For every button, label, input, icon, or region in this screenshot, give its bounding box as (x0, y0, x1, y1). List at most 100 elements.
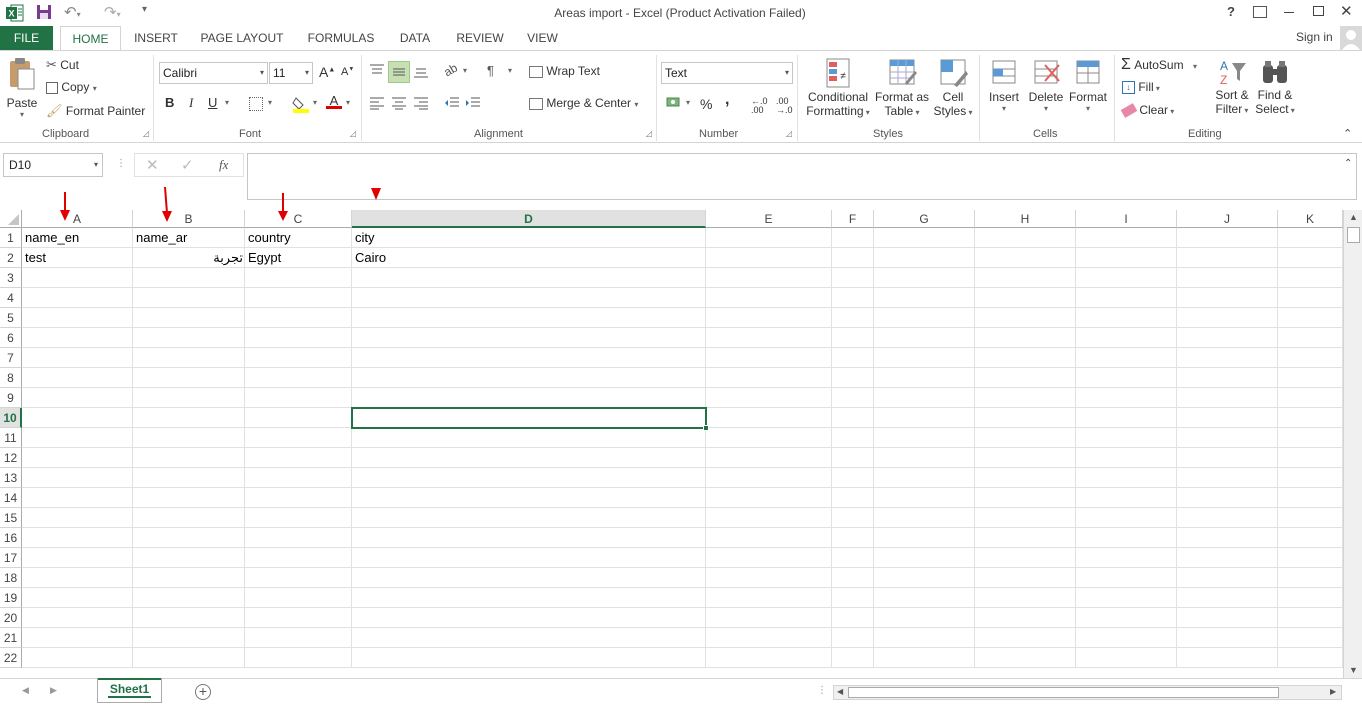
format-cells-button[interactable]: Format ▾ (1067, 57, 1109, 127)
active-cell-selection[interactable] (351, 407, 709, 431)
row-header-20[interactable]: 20 (0, 608, 22, 628)
cancel-entry-icon[interactable]: ✕ (146, 156, 159, 174)
tab-home[interactable]: HOME (60, 26, 121, 51)
add-sheet-button[interactable]: + (195, 684, 211, 700)
save-icon[interactable] (36, 4, 52, 20)
fill-handle[interactable] (703, 425, 709, 431)
increase-decimal-icon[interactable]: ←.0.00 (751, 97, 768, 115)
row-header-13[interactable]: 13 (0, 468, 22, 488)
cell-b2[interactable]: تجربة (133, 248, 245, 268)
row-header-3[interactable]: 3 (0, 268, 22, 288)
clear-button[interactable]: Clear ▾ (1120, 103, 1174, 119)
align-top-icon[interactable] (369, 63, 385, 79)
orientation-icon[interactable]: ab (441, 61, 460, 80)
restore-icon[interactable] (1313, 6, 1324, 16)
sign-in-link[interactable]: Sign in (1296, 30, 1333, 44)
column-header-f[interactable]: F (832, 210, 874, 228)
column-header-d[interactable]: D (352, 210, 706, 228)
row-header-17[interactable]: 17 (0, 548, 22, 568)
confirm-entry-icon[interactable]: ✓ (181, 156, 194, 174)
column-header-a[interactable]: A (22, 210, 133, 228)
find-select-button[interactable]: Find & Select ▾ (1252, 57, 1298, 127)
column-header-b[interactable]: B (133, 210, 245, 228)
paste-button[interactable]: Paste ▾ (4, 57, 40, 125)
formula-bar-splitter-icon[interactable]: ⋮ (116, 158, 126, 169)
row-header-21[interactable]: 21 (0, 628, 22, 648)
italic-button[interactable]: I (189, 95, 193, 111)
tab-review[interactable]: REVIEW (450, 26, 510, 50)
row-header-11[interactable]: 11 (0, 428, 22, 448)
format-as-table-button[interactable]: Format as Table ▾ (873, 57, 931, 127)
row-header-15[interactable]: 15 (0, 508, 22, 528)
shrink-font-button[interactable]: A▼ (341, 66, 354, 78)
insert-cells-button[interactable]: Insert ▾ (985, 57, 1023, 127)
scroll-up-icon[interactable]: ▲ (1349, 212, 1358, 222)
row-header-8[interactable]: 8 (0, 368, 22, 388)
grow-font-button[interactable]: A▲ (319, 64, 335, 80)
fill-color-icon[interactable] (292, 95, 310, 113)
borders-icon[interactable] (249, 97, 263, 111)
tab-insert[interactable]: INSERT (127, 26, 185, 50)
vertical-scroll-thumb[interactable] (1347, 227, 1360, 243)
cell-styles-button[interactable]: Cell Styles ▾ (931, 57, 975, 127)
cell-b1[interactable]: name_ar (133, 228, 245, 248)
align-bottom-icon[interactable] (413, 63, 429, 79)
horizontal-scroll-thumb[interactable] (848, 687, 1279, 698)
cell-d1[interactable]: city (352, 228, 706, 248)
cell-a1[interactable]: name_en (22, 228, 133, 248)
row-header-2[interactable]: 2 (0, 248, 22, 268)
row-header-12[interactable]: 12 (0, 448, 22, 468)
align-left-icon[interactable] (369, 96, 385, 110)
wrap-text-button[interactable]: Wrap Text (529, 64, 600, 78)
conditional-formatting-button[interactable]: ≠ Conditional Formatting ▾ (803, 57, 873, 127)
cell-a2[interactable]: test (22, 248, 133, 268)
cell-d2[interactable]: Cairo (352, 248, 706, 268)
column-header-h[interactable]: H (975, 210, 1076, 228)
undo-icon[interactable]: ↶▾ (64, 3, 94, 21)
column-header-k[interactable]: K (1278, 210, 1343, 228)
decrease-decimal-icon[interactable]: .00 →.0 (776, 97, 793, 115)
tab-data[interactable]: DATA (390, 26, 440, 50)
row-header-9[interactable]: 9 (0, 388, 22, 408)
scroll-left-icon[interactable]: ◀ (837, 687, 843, 696)
row-header-18[interactable]: 18 (0, 568, 22, 588)
sheet-tab-sheet1[interactable]: Sheet1 (97, 678, 162, 703)
clipboard-launcher-icon[interactable]: ◿ (143, 129, 149, 138)
delete-cells-button[interactable]: Delete ▾ (1025, 57, 1067, 127)
row-header-16[interactable]: 16 (0, 528, 22, 548)
copy-button[interactable]: Copy ▾ (46, 80, 97, 94)
name-box[interactable]: D10 ▾ (3, 153, 103, 177)
tab-page-layout[interactable]: PAGE LAYOUT (193, 26, 291, 50)
sort-filter-button[interactable]: AZ Sort & Filter ▾ (1210, 57, 1254, 127)
select-all-corner[interactable] (0, 210, 22, 228)
scroll-sheets-left-icon[interactable]: ◀ (22, 685, 29, 696)
autosum-button[interactable]: Σ AutoSum ▾ (1121, 56, 1197, 74)
number-launcher-icon[interactable]: ◿ (786, 129, 792, 138)
row-header-22[interactable]: 22 (0, 648, 22, 668)
bold-button[interactable]: B (165, 95, 174, 110)
scroll-right-icon[interactable]: ▶ (1330, 687, 1336, 696)
user-avatar[interactable] (1340, 26, 1362, 50)
comma-button[interactable]: , (725, 91, 729, 109)
row-header-19[interactable]: 19 (0, 588, 22, 608)
collapse-ribbon-icon[interactable]: ⌃ (1343, 127, 1352, 140)
number-format-select[interactable]: Text ▾ (661, 62, 793, 84)
cut-button[interactable]: ✂ Cut (46, 57, 79, 73)
formula-input[interactable] (247, 153, 1357, 200)
scroll-sheets-right-icon[interactable]: ▶ (50, 685, 57, 696)
vertical-scrollbar[interactable]: ▲ ▼ (1343, 210, 1362, 678)
percent-button[interactable]: % (700, 96, 712, 112)
format-painter-button[interactable]: 🖌 Format Painter (46, 103, 145, 119)
insert-function-button[interactable]: fx (219, 157, 228, 173)
row-header-7[interactable]: 7 (0, 348, 22, 368)
column-header-j[interactable]: J (1177, 210, 1278, 228)
accounting-format-icon[interactable] (666, 96, 682, 110)
redo-icon[interactable]: ↷▾ (104, 3, 134, 21)
cell-c2[interactable]: Egypt (245, 248, 352, 268)
close-icon[interactable]: ✕ (1340, 2, 1353, 20)
font-launcher-icon[interactable]: ◿ (350, 129, 356, 138)
underline-button[interactable]: U (208, 95, 217, 110)
customize-qat-icon[interactable]: ▾ (142, 4, 154, 20)
column-header-i[interactable]: I (1076, 210, 1177, 228)
decrease-indent-icon[interactable] (444, 96, 460, 110)
